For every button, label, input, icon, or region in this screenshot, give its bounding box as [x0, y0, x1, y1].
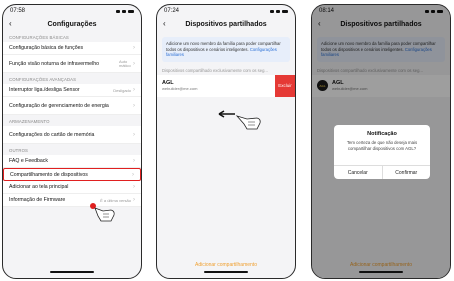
row-add-home-screen[interactable]: Adicionar ao tela principal ›	[3, 181, 141, 194]
row-faq[interactable]: FAQ e Feedback ›	[3, 155, 141, 168]
row-label: Interruptor liga./desliga Sensor	[9, 87, 80, 93]
row-label: Configuração de gerenciamento de energia	[9, 102, 109, 109]
row-label: Informação de Firmware	[9, 197, 66, 203]
swipe-gesture-icon	[218, 110, 261, 130]
status-time: 07:58	[10, 8, 26, 14]
row-memory-card[interactable]: Configurações do cartão de memória ›	[3, 126, 141, 144]
chevron-right-icon: ›	[133, 87, 135, 93]
page-title: Configurações	[47, 20, 97, 28]
row-label: Função visão noturna de infravermelho	[9, 60, 99, 67]
chevron-right-icon: ›	[132, 171, 134, 178]
row-device-sharing[interactable]: Compartilhamento de dispositivos ›	[3, 168, 141, 181]
status-bar: 07:24	[157, 5, 295, 17]
chevron-right-icon: ›	[133, 60, 135, 67]
chevron-right-icon: ›	[133, 158, 135, 164]
confirm-dialog: Notificação Tem certeza de que não desej…	[334, 125, 430, 179]
chevron-right-icon: ›	[133, 131, 135, 138]
status-time: 07:24	[164, 8, 180, 14]
chevron-right-icon: ›	[133, 197, 135, 203]
dialog-message: Tem certeza de que não deseja mais compa…	[346, 140, 418, 151]
section-header-others: OUTROS	[9, 148, 28, 153]
phone-confirm-dialog-screen: 08:14 ‹ Dispositivos partilhados Adicion…	[311, 4, 451, 279]
nav-bar: ‹ Dispositivos partilhados	[157, 17, 295, 31]
status-bar: 07:58	[3, 5, 141, 17]
phone-settings-screen: 07:58 ‹ Configurações CONFIGURAÇÕES BÁSI…	[2, 4, 142, 279]
back-icon[interactable]: ‹	[163, 19, 166, 28]
row-label: Configuração básica de funções	[9, 45, 84, 51]
chevron-right-icon: ›	[133, 184, 135, 190]
device-mail: webuilder@me.com	[162, 86, 198, 91]
dialog-title: Notificação	[367, 131, 397, 137]
row-label: Adicionar ao tela principal	[9, 184, 69, 190]
back-icon[interactable]: ‹	[9, 19, 12, 28]
row-night-vision[interactable]: Função visão noturna de infravermelho Aut…	[3, 55, 141, 73]
row-basic-config[interactable]: Configuração básica de funções ›	[3, 42, 141, 55]
row-firmware[interactable]: Informação de Firmware É a última versão ›	[3, 194, 141, 207]
section-header-storage: ARMAZENAMENTO	[9, 119, 50, 124]
cancel-button[interactable]: Cancelar	[334, 166, 383, 179]
nav-bar: ‹ Configurações	[3, 17, 141, 31]
row-value: Desligado	[113, 87, 131, 93]
home-indicator	[204, 271, 248, 273]
home-indicator	[50, 271, 94, 273]
row-label: FAQ e Feedback	[9, 158, 48, 164]
hand-pointer-icon	[90, 203, 115, 222]
row-value: Auto mático	[119, 58, 131, 68]
row-sensor-switch[interactable]: Interruptor liga./desliga Sensor Desligad…	[3, 84, 141, 97]
signal-icon	[270, 9, 288, 13]
row-power-management[interactable]: Configuração de gerenciamento de energia…	[3, 97, 141, 115]
shared-device-row[interactable]: AGL webuilder@me.com Excluir	[157, 74, 295, 97]
shared-section-label: Dispositivos compartilhado exclusivament…	[162, 67, 268, 73]
page-title: Dispositivos partilhados	[185, 20, 267, 28]
chevron-right-icon: ›	[133, 45, 135, 51]
info-banner: Adicione um novo membro da família para …	[162, 37, 290, 62]
section-header-advanced: CONFIGURAÇÕES AVANÇADAS	[9, 77, 77, 82]
delete-button[interactable]: Excluir	[275, 74, 295, 97]
row-label: Compartilhamento de dispositivos	[10, 171, 88, 178]
chevron-right-icon: ›	[133, 102, 135, 109]
add-sharing-button[interactable]: Adicionar compartilhamento	[157, 262, 295, 268]
phone-shared-devices-screen: 07:24 ‹ Dispositivos partilhados Adicion…	[156, 4, 296, 279]
signal-icon	[116, 9, 134, 13]
row-label: Configurações do cartão de memória	[9, 131, 95, 138]
home-indicator	[359, 271, 403, 273]
section-header-basic: CONFIGURAÇÕES BÁSICAS	[9, 35, 69, 40]
confirm-button[interactable]: Confirmar	[383, 166, 431, 179]
